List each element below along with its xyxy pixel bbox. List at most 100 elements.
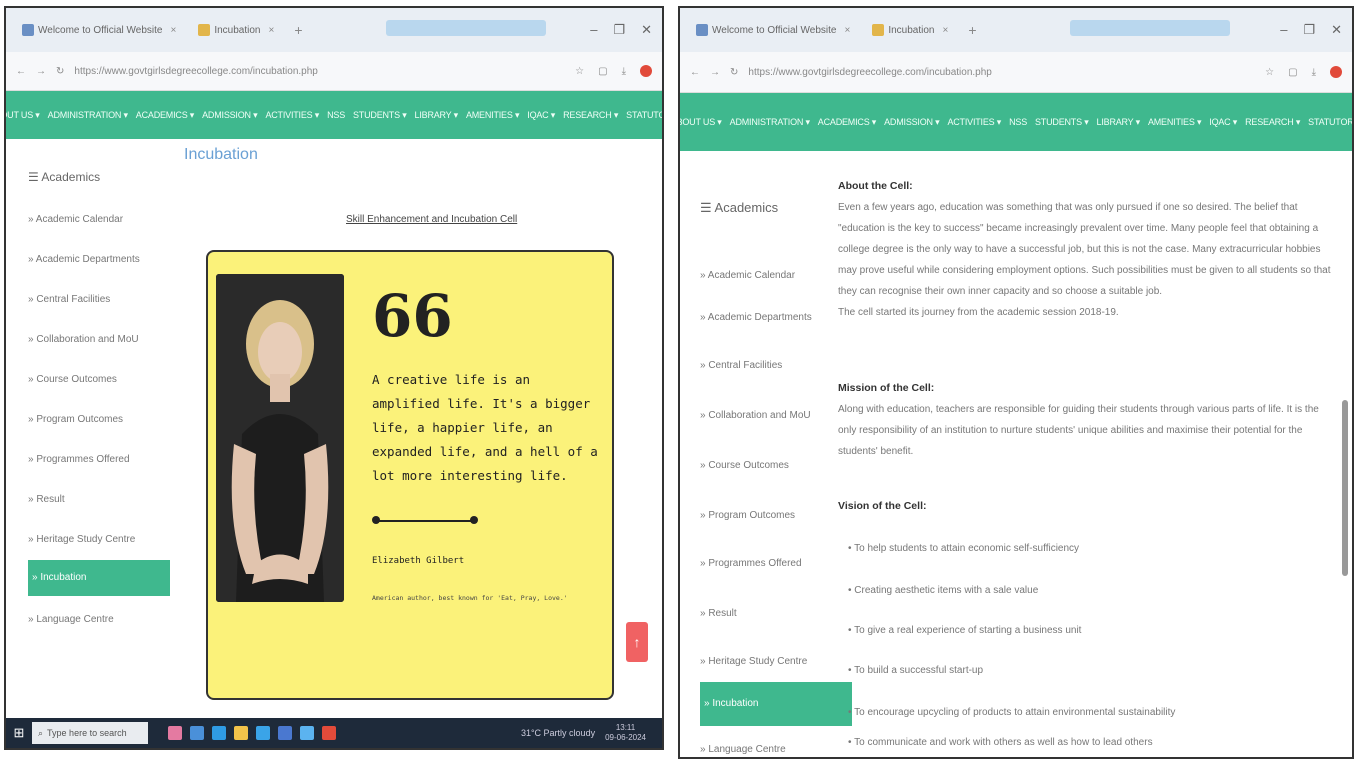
close-window-icon[interactable]: ✕ [1331,22,1342,38]
sidebar-item-incubation[interactable]: » Incubation [700,682,852,726]
widget-icon[interactable] [168,726,182,740]
sidebar-item-result[interactable]: » Result [28,494,65,505]
nav-item[interactable]: ABOUT US ▾ [680,117,722,128]
nav-item[interactable]: ADMINISTRATION ▾ [730,117,810,128]
forward-icon[interactable]: → [36,66,46,77]
download-icon[interactable]: ⤓ [1312,67,1316,78]
sidebar-item-incubation[interactable]: » Incubation [28,560,170,596]
store-icon[interactable] [256,726,270,740]
profile-icon[interactable] [640,65,652,77]
app-icon[interactable] [300,726,314,740]
word-icon[interactable] [278,726,292,740]
sidebar-item-course-outcomes[interactable]: » Course Outcomes [28,374,117,385]
quote-author: Elizabeth Gilbert [372,556,465,566]
nav-item[interactable]: IQAC ▾ [1209,117,1237,128]
sidebar-item-academic-calendar[interactable]: » Academic Calendar [28,214,123,225]
back-icon[interactable]: ← [16,66,26,77]
scroll-to-top-button[interactable]: ↑ [626,622,648,662]
reload-icon[interactable]: ↻ [56,66,64,77]
nav-item[interactable]: ACTIVITIES ▾ [265,110,319,121]
nav-item[interactable]: ACADEMICS ▾ [136,110,195,121]
forward-icon[interactable]: → [710,67,720,78]
sidebar-item-course-outcomes[interactable]: » Course Outcomes [700,460,789,471]
close-window-icon[interactable]: ✕ [641,22,652,38]
sidebar-item-academic-departments[interactable]: » Academic Departments [28,254,140,265]
sidebar: ☰ Academics » Academic Calendar » Academ… [700,188,852,757]
nav-item[interactable]: STUDENTS ▾ [353,110,407,121]
nav-item[interactable]: ADMISSION ▾ [884,117,940,128]
sidebar-item-programmes-offered[interactable]: » Programmes Offered [28,454,130,465]
sidebar-item-academic-departments[interactable]: » Academic Departments [700,312,812,323]
minimize-icon[interactable]: – [590,22,597,38]
sidebar-item-collaboration[interactable]: » Collaboration and MoU [28,334,139,345]
weather-widget[interactable]: 31°C Partly cloudy [521,728,595,738]
extensions-icon[interactable]: ▢ [598,66,607,77]
nav-item[interactable]: ADMINISTRATION ▾ [48,110,128,121]
close-tab-icon[interactable]: × [943,25,949,36]
file-explorer-icon[interactable] [234,726,248,740]
tab-incubation[interactable]: Incubation × [864,16,956,44]
sidebar-item-language-centre[interactable]: » Language Centre [28,614,114,625]
left-browser-window: Welcome to Official Website × Incubation… [4,6,664,750]
windows-start-icon[interactable]: ⊞ [6,725,32,741]
nav-item[interactable]: NSS [327,110,345,120]
sidebar-item-language-centre[interactable]: » Language Centre [700,744,786,755]
clock[interactable]: 13:11 09-06-2024 [605,723,646,743]
close-tab-icon[interactable]: × [845,25,851,36]
tab-official-website[interactable]: Welcome to Official Website × [688,16,858,44]
new-tab-icon[interactable]: + [968,22,976,38]
sidebar-item-result[interactable]: » Result [700,608,737,619]
nav-item[interactable]: STUDENTS ▾ [1035,117,1089,128]
nav-item[interactable]: STATUTORY CELLS ▾ [626,110,662,121]
sidebar-item-heritage[interactable]: » Heritage Study Centre [28,534,135,545]
tab-official-website[interactable]: Welcome to Official Website × [14,16,184,44]
sidebar-item-program-outcomes[interactable]: » Program Outcomes [28,414,123,425]
nav-item[interactable]: AMENITIES ▾ [1148,117,1202,128]
minimize-icon[interactable]: – [1280,22,1287,38]
sidebar-item-academic-calendar[interactable]: » Academic Calendar [700,270,795,281]
close-tab-icon[interactable]: × [269,25,275,36]
sidebar: ☰ Academics » Academic Calendar » Academ… [28,158,178,638]
back-icon[interactable]: ← [690,67,700,78]
task-view-icon[interactable] [190,726,204,740]
restore-icon[interactable]: ❐ [613,22,625,38]
vision-item: • To encourage upcycling of products to … [848,707,1176,718]
restore-icon[interactable]: ❐ [1303,22,1315,38]
nav-item[interactable]: AMENITIES ▾ [466,110,520,121]
sidebar-item-central-facilities[interactable]: » Central Facilities [28,294,110,305]
nav-item[interactable]: RESEARCH ▾ [1245,117,1300,128]
sidebar-item-collaboration[interactable]: » Collaboration and MoU [700,410,811,421]
nav-item[interactable]: IQAC ▾ [527,110,555,121]
download-icon[interactable]: ⤓ [622,66,626,77]
profile-icon[interactable] [1330,66,1342,78]
nav-item[interactable]: LIBRARY ▾ [1097,117,1141,128]
sidebar-item-programmes-offered[interactable]: » Programmes Offered [700,558,802,569]
main-navigation: HOMEABOUT US ▾ADMINISTRATION ▾ACADEMICS … [680,93,1352,151]
nav-item[interactable]: ABOUT US ▾ [6,110,40,121]
close-tab-icon[interactable]: × [171,25,177,36]
edge-icon[interactable] [212,726,226,740]
star-icon[interactable]: ☆ [1265,67,1274,78]
main-navigation: HOMEABOUT US ▾ADMINISTRATION ▾ACADEMICS … [6,91,662,139]
tab-incubation[interactable]: Incubation × [190,16,282,44]
url-field[interactable]: https://www.govtgirlsdegreecollege.com/i… [74,66,565,77]
url-field[interactable]: https://www.govtgirlsdegreecollege.com/i… [748,67,1255,78]
extensions-icon[interactable]: ▢ [1288,67,1297,78]
star-icon[interactable]: ☆ [575,66,584,77]
nav-item[interactable]: NSS [1009,117,1027,127]
chrome-icon[interactable] [322,726,336,740]
nav-item[interactable]: STATUTORY CELLS ▾ [1308,117,1352,128]
reload-icon[interactable]: ↻ [730,67,738,78]
nav-item[interactable]: ADMISSION ▾ [202,110,258,121]
tab-label: Incubation [888,24,935,36]
taskbar-search[interactable]: ⌕ Type here to search [32,722,148,744]
sidebar-item-central-facilities[interactable]: » Central Facilities [700,360,782,371]
new-tab-icon[interactable]: + [294,22,302,38]
nav-item[interactable]: ACTIVITIES ▾ [947,117,1001,128]
nav-item[interactable]: ACADEMICS ▾ [818,117,877,128]
sidebar-item-program-outcomes[interactable]: » Program Outcomes [700,510,795,521]
nav-item[interactable]: LIBRARY ▾ [415,110,459,121]
sidebar-item-heritage[interactable]: » Heritage Study Centre [700,656,807,667]
scrollbar[interactable] [1342,400,1348,576]
nav-item[interactable]: RESEARCH ▾ [563,110,618,121]
